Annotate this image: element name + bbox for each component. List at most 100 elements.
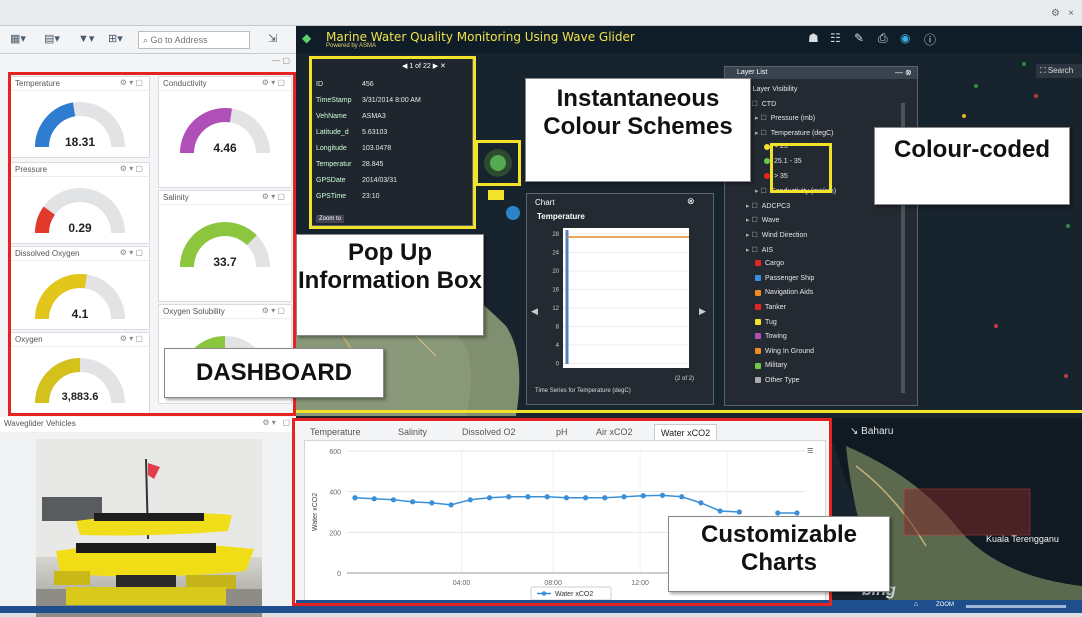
map-label-city: ↘ Baharu (850, 426, 894, 437)
grid-icon[interactable]: ▦▾ (10, 32, 26, 48)
layer-item[interactable]: ▸ ☐ Pressure (mb) (755, 114, 815, 122)
expand-toggle-icon[interactable]: ▸ ☐ (755, 115, 767, 122)
popup-highlight-box (309, 56, 476, 229)
chart-popup-caption: Time Series for Temperature (degC) (535, 388, 631, 394)
y-tick-label: 12 (552, 306, 559, 312)
layer-item[interactable]: ▸ ☐ ADCPC3 (746, 202, 790, 210)
vehicle-panel-controls[interactable]: ⚙ ▾ ▢ (262, 418, 290, 427)
city-label-2: Kuala Terengganu (986, 534, 1059, 544)
y-tick-label: 8 (556, 325, 560, 331)
vehicle-panel: Waveglider Vehicles ⚙ ▾ ▢ (0, 417, 296, 617)
layer-item[interactable]: Tanker (755, 304, 786, 311)
legend-highlight-box (770, 143, 832, 193)
export-icon[interactable]: ⇲ (268, 32, 277, 48)
globe-icon[interactable]: ◉ (900, 31, 910, 45)
layer-item[interactable]: Other Type (755, 377, 800, 384)
y-tick-label: 16 (552, 288, 559, 294)
chart-popup-series: Temperature (537, 212, 585, 221)
next-arrow-icon[interactable]: ▶ (699, 306, 706, 317)
layer-item-label: Towing (765, 333, 787, 341)
temperature-mini-chart: 28 24 20 16 12 8 4 0 (552, 228, 689, 368)
close-icon[interactable]: × (1068, 8, 1074, 19)
app-subtitle: Powered by ASMA (326, 43, 377, 49)
expand-toggle-icon[interactable]: ▸ ☐ (746, 203, 758, 210)
y-tick-label: 28 (552, 232, 559, 238)
layout-icon[interactable]: ▤▾ (44, 32, 60, 48)
layer-item[interactable]: Military (755, 362, 787, 369)
home-icon[interactable]: ⌂ (914, 601, 918, 608)
layer-item-label: CTD (761, 100, 777, 108)
glider-track-icon[interactable] (478, 143, 518, 183)
layers-icon[interactable]: ☷ (830, 31, 841, 45)
callout-popup: Pop Up Information Box (296, 234, 484, 336)
layer-list-panel: Layer List ⊗ — ▸ ☐ Layer Visibility ▸ ☐ CTD… (724, 66, 918, 406)
layer-item[interactable]: ▸ ☐ Temperature (degC) (755, 129, 833, 137)
close-icon[interactable]: ⊗ (905, 68, 912, 77)
y-tick-label: 0 (556, 362, 560, 368)
layer-item[interactable]: ▸ ☐ Wind Direction (746, 231, 807, 239)
chart-popup-title: Chart (535, 198, 555, 207)
search-icon: ⌕ (143, 35, 151, 45)
expand-toggle-icon[interactable]: ▸ ☐ (755, 188, 767, 195)
y-tick-label: 4 (556, 343, 560, 349)
app-logo-icon: ◆ (302, 31, 312, 45)
layer-item-label: Wind Direction (761, 232, 808, 239)
layer-item[interactable]: ▸ ☐ AIS (746, 246, 773, 254)
wave-glider-icon[interactable] (506, 206, 520, 220)
legend-swatch (755, 318, 761, 325)
y-tick-label: 20 (552, 269, 559, 275)
search-button-label: Search (1047, 66, 1074, 75)
vehicle-panel-header: Waveglider Vehicles ⚙ ▾ ▢ (0, 417, 296, 433)
glider-marker-highlight (475, 140, 521, 186)
app-title-bar: ◆ Marine Water Quality Monitoring Using … (296, 26, 1082, 54)
zoom-slider[interactable] (966, 605, 1066, 608)
tree-icon[interactable]: ⊞▾ (108, 32, 123, 48)
legend-swatch (755, 333, 761, 340)
layer-item-label: Military (765, 362, 788, 370)
callout-charts: Customizable Charts (668, 516, 890, 592)
minimize-icon[interactable]: — (895, 68, 903, 77)
layer-item-label: Wing In Ground (765, 347, 815, 355)
filter-icon[interactable]: ▼▾ (78, 32, 94, 48)
search-button[interactable]: ⛶ Search (1036, 64, 1082, 78)
address-search-input[interactable]: ⌕ Go to Address (138, 31, 250, 49)
settings-icon[interactable]: ⚙ (1051, 8, 1060, 19)
basemap-icon[interactable]: ☗ (808, 31, 819, 45)
prev-arrow-icon[interactable]: ◀ (531, 306, 538, 317)
app-title: Marine Water Quality Monitoring Using Wa… (326, 30, 635, 44)
layer-item-label: Cargo (765, 260, 785, 268)
chart-popup: Chart ⊗ Temperature 28 24 20 16 12 8 4 0 ◀ ▶ (2… (526, 193, 714, 405)
measure-icon[interactable]: ✎ (854, 31, 864, 45)
city-label-1: Baharu (861, 426, 894, 437)
close-icon[interactable]: ⊗ (687, 196, 695, 207)
legend-swatch (755, 274, 761, 281)
layer-item[interactable]: Wing In Ground (755, 348, 814, 355)
layer-item-label: Tug (765, 318, 777, 326)
panel-controls[interactable]: — ▢ (2, 56, 294, 66)
expand-toggle-icon[interactable]: ▸ ☐ (746, 232, 758, 239)
layer-item[interactable]: Towing (755, 333, 787, 340)
layer-item-label: Wave (761, 217, 780, 225)
layer-item[interactable]: Navigation Aids (755, 289, 813, 296)
layer-item-label: Layer Visibility (752, 86, 798, 93)
layer-item[interactable]: Cargo (755, 260, 784, 267)
legend-swatch (755, 362, 761, 369)
legend-swatch (755, 347, 761, 354)
callout-colour-coded: Colour-coded (874, 127, 1070, 205)
map-divider (296, 410, 1082, 413)
expand-toggle-icon[interactable]: ▸ ☐ (746, 247, 758, 254)
layer-item[interactable]: Tug (755, 319, 777, 326)
window-top-bar: ⚙ × (0, 0, 1082, 26)
glider-position-marker[interactable] (488, 190, 504, 200)
vehicle-panel-title: Waveglider Vehicles (4, 419, 76, 428)
layer-item-label: ADCPC3 (761, 202, 791, 210)
wave-glider-photo (36, 439, 262, 617)
expand-toggle-icon[interactable]: ▸ ☐ (755, 130, 767, 137)
layer-item-label: AIS (761, 246, 774, 254)
print-icon[interactable]: ⎙ (878, 31, 888, 46)
layer-item[interactable]: ▸ ☐ Wave (746, 216, 779, 224)
layer-item[interactable]: Passenger Ship (755, 275, 814, 282)
expand-toggle-icon[interactable]: ▸ ☐ (746, 217, 758, 224)
layer-item-label: Tanker (765, 304, 787, 311)
info-icon[interactable]: ⓘ (924, 31, 936, 48)
